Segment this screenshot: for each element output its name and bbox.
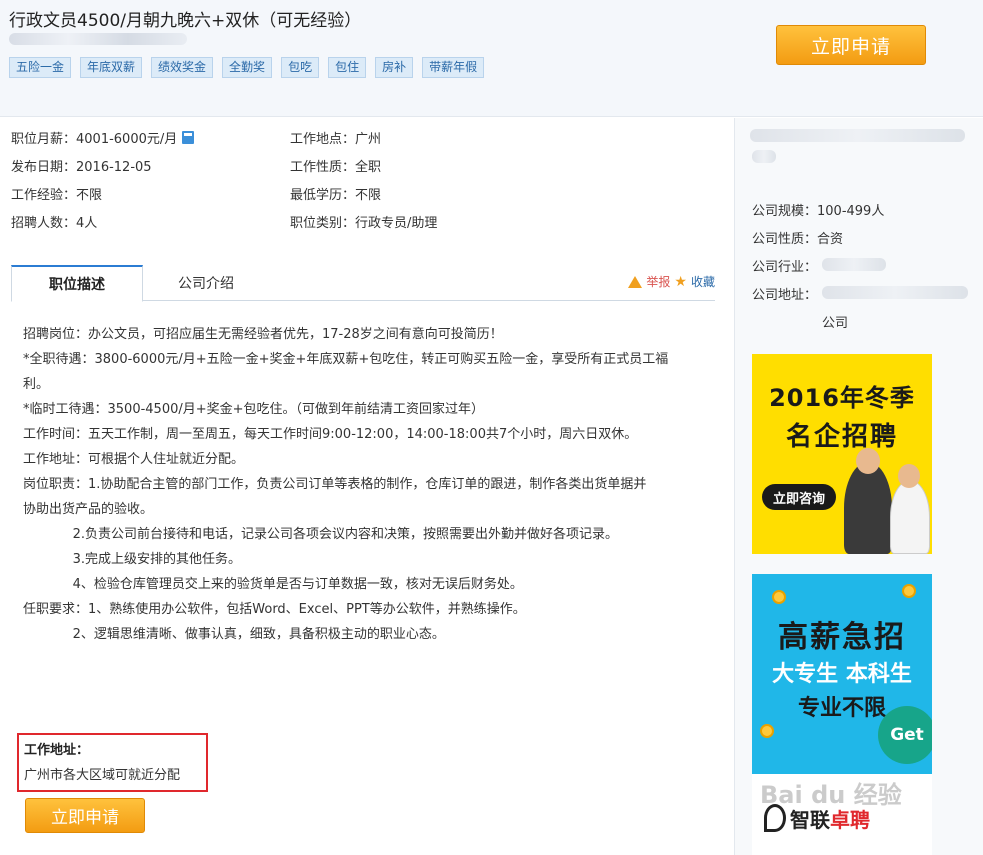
salary-info: 职位月薪：4001-6000元/月 xyxy=(11,128,195,147)
education-info: 最低学历：不限 xyxy=(290,188,382,203)
work-address-text: 广州市各大区域可就近分配 xyxy=(24,768,181,783)
company-scale: 公司规模：100-499人 xyxy=(752,204,885,219)
salary-text: 职位月薪：4001-6000元/月 xyxy=(11,132,178,147)
company-industry: 公司行业： xyxy=(752,256,817,275)
description-line: 任职要求：1、熟练使用办公软件，包括Word、Excel、PPT等办公软件，并熟… xyxy=(23,602,526,617)
watermark: Bai du 经验 xyxy=(760,781,902,809)
tab-description[interactable]: 职位描述 xyxy=(11,265,143,302)
report-link[interactable]: 举报 xyxy=(646,273,670,290)
benefit-tag: 包住 xyxy=(328,57,367,78)
headcount-info: 招聘人数：4人 xyxy=(11,216,98,231)
description-line: 协助出货产品的验收。 xyxy=(23,502,154,517)
ad-urgent-hiring[interactable]: 高薪急招 大专生 本科生 专业不限 Get 智联卓聘 xyxy=(752,574,932,855)
ad2-line2: 大专生 本科生 xyxy=(772,662,912,687)
company-address: 公司地址： xyxy=(752,284,817,303)
benefit-tag: 全勤奖 xyxy=(222,57,273,78)
job-header: 行政文员4500/月朝九晚六+双休（可无经验） 五险一金 年底双薪 绩效奖金 全… xyxy=(0,0,983,117)
divider xyxy=(734,118,735,855)
tab-tools: 举报 ★ 收藏 xyxy=(628,273,715,290)
ad1-subheadline: 名企招聘 xyxy=(785,422,898,452)
category-info: 职位类别：行政专员/助理 xyxy=(290,216,438,231)
ad1-headline: 2016年冬季 xyxy=(769,384,915,412)
ad2-get-badge: Get xyxy=(878,706,932,764)
description-line: *临时工待遇：3500-4500/月+奖金+包吃住。（可做到年前结清工资回家过年… xyxy=(23,402,485,417)
company-nature: 公司性质：合资 xyxy=(752,232,844,247)
description-line: 3.完成上级安排的其他任务。 xyxy=(23,552,241,567)
detail-tabs: 职位描述 公司介绍 举报 ★ 收藏 xyxy=(11,265,715,302)
coin-icon xyxy=(902,584,916,598)
publish-date-info: 发布日期：2016-12-05 xyxy=(11,160,152,175)
company-address-tail: 公司 xyxy=(822,316,849,331)
description-line: 2.负责公司前台接待和电话，记录公司各项会议内容和决策，按照需要出外勤并做好各项… xyxy=(23,527,618,542)
logo-text-b: 卓聘 xyxy=(830,808,870,832)
logo-text-a: 智联 xyxy=(790,808,830,832)
work-address-title: 工作地址： xyxy=(24,743,90,758)
description-line: 利。 xyxy=(23,377,50,392)
coin-icon xyxy=(760,724,774,738)
industry-blurred xyxy=(822,258,886,271)
warning-icon xyxy=(628,275,643,288)
favorite-link[interactable]: 收藏 xyxy=(691,273,715,290)
description-line: 2、逻辑思维清晰、做事认真，细致，具备积极主动的职业心态。 xyxy=(23,627,445,642)
apply-button-top[interactable]: 立即申请 xyxy=(776,25,926,65)
company-name-blurred xyxy=(750,129,965,142)
company-name-blurred xyxy=(752,150,776,163)
description-line: 招聘岗位：办公文员，可招应届生无需经验者优先，17-28岁之间有意向可投简历！ xyxy=(23,327,503,342)
person-figure-icon xyxy=(890,480,930,554)
address-blurred xyxy=(822,286,968,299)
description-line: 工作时间：五天工作制，周一至周五，每天工作时间9:00-12:00，14:00-… xyxy=(23,427,638,442)
job-title: 行政文员4500/月朝九晚六+双休（可无经验） xyxy=(9,11,362,31)
ad-winter-recruitment[interactable]: 2016年冬季 名企招聘 立即咨询 xyxy=(752,354,932,554)
calculator-icon[interactable] xyxy=(182,131,195,144)
benefit-tag: 绩效奖金 xyxy=(151,57,214,78)
location-info: 工作地点：广州 xyxy=(290,132,382,147)
description-line: *全职待遇：3800-6000元/月+五险一金+奖金+年底双薪+包吃住，转正可购… xyxy=(23,352,669,367)
benefit-tag: 包吃 xyxy=(281,57,320,78)
tab-company[interactable]: 公司介绍 xyxy=(151,265,261,301)
benefit-tags: 五险一金 年底双薪 绩效奖金 全勤奖 包吃 包住 房补 带薪年假 xyxy=(9,57,485,78)
experience-info: 工作经验：不限 xyxy=(11,188,103,203)
person-head-icon xyxy=(856,448,880,474)
benefit-tag: 房补 xyxy=(375,57,414,78)
company-name-blurred xyxy=(9,33,187,45)
benefit-tag: 带薪年假 xyxy=(422,57,485,78)
person-figure-icon xyxy=(844,462,892,554)
benefit-tag: 五险一金 xyxy=(9,57,72,78)
apply-button-bottom[interactable]: 立即申请 xyxy=(25,798,145,833)
benefit-tag: 年底双薪 xyxy=(80,57,143,78)
star-icon: ★ xyxy=(674,273,687,290)
job-nature-info: 工作性质：全职 xyxy=(290,160,382,175)
description-line: 工作地址：可根据个人住址就近分配。 xyxy=(23,452,245,467)
work-address-highlight: 工作地址： 广州市各大区域可就近分配 xyxy=(17,733,208,792)
person-head-icon xyxy=(898,464,920,488)
company-industry-label: 公司行业： xyxy=(752,260,818,275)
ad1-consult-button[interactable]: 立即咨询 xyxy=(762,484,836,510)
description-line: 4、检验仓库管理员交上来的验货单是否与订单数据一致，核对无误后财务处。 xyxy=(23,577,523,592)
coin-icon xyxy=(772,590,786,604)
ad2-headline: 高薪急招 xyxy=(778,620,906,655)
description-line: 岗位职责：1.协助配合主管的部门工作，负责公司订单等表格的制作，仓库订单的跟进，… xyxy=(23,477,647,492)
job-description: 招聘岗位：办公文员，可招应届生无需经验者优先，17-28岁之间有意向可投简历！ … xyxy=(23,322,713,647)
company-address-label: 公司地址： xyxy=(752,288,818,303)
